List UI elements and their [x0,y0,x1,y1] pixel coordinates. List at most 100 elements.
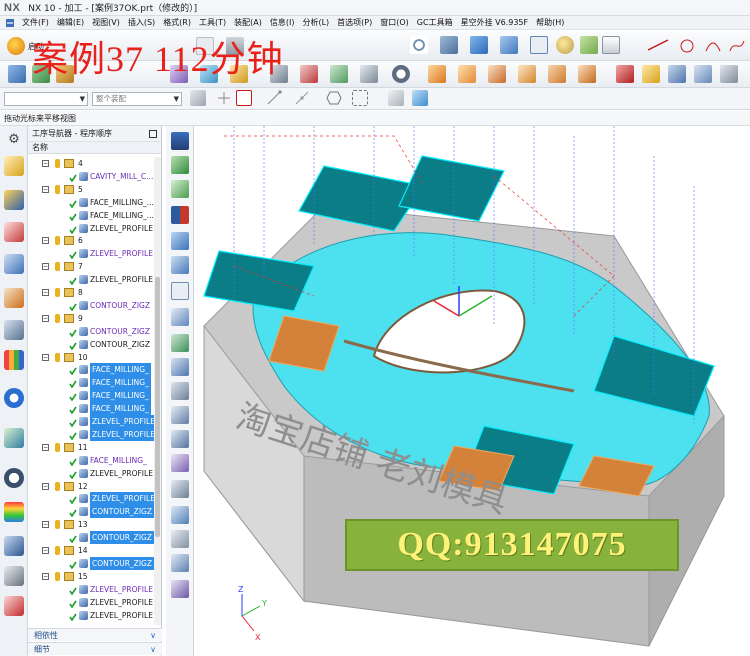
operation-row[interactable]: CAVITY_MILL_C... [28,170,154,183]
face-milling-icon[interactable] [171,256,189,274]
menu-info[interactable]: 信息(I) [266,17,299,28]
scrollbar-thumb[interactable] [155,277,160,537]
info-icon[interactable] [4,388,24,408]
rotate-icon[interactable] [440,36,458,54]
wireframe-icon[interactable] [530,36,548,54]
select-cube-icon[interactable] [190,90,206,106]
operation-row[interactable]: CONTOUR_ZIGZ [28,505,154,519]
program-group-row[interactable]: −8 [28,286,154,299]
cube-orange-icon[interactable] [428,65,446,83]
operation-row[interactable]: ZLEVEL_PROFILE [28,247,154,260]
menu-window[interactable]: 窗口(O) [376,17,413,28]
menu-assembly[interactable]: 装配(A) [230,17,266,28]
verify-path-icon[interactable] [300,65,318,83]
collapse-icon[interactable]: − [42,160,49,167]
offset-face-icon[interactable] [518,65,536,83]
operation-row[interactable]: CONTOUR_ZIGZ [28,556,154,570]
program-group-row[interactable]: − 11 [28,441,154,454]
postprocess-icon[interactable] [360,65,378,83]
shaded-view-icon[interactable] [470,36,488,54]
menu-gc-toolkit[interactable]: GC工具箱 [413,17,457,28]
clock-icon[interactable] [392,65,410,83]
operation-row[interactable]: FACE_MILLING_ [28,402,154,416]
regenerate-icon[interactable] [171,580,189,598]
cavity-mill-icon[interactable] [171,180,189,198]
part-model[interactable]: 淘宝店铺 老刘模具 Z Y X [194,126,750,656]
operation-row[interactable]: FACE_MILLING_ [28,363,154,377]
spline-icon[interactable] [728,37,746,55]
operation-row[interactable]: FACE_MILLING_ [28,389,154,403]
program-group-row[interactable]: −6 [28,234,154,247]
operation-row[interactable]: ZLEVEL_PROFILE [28,467,154,480]
operation-row[interactable]: ZLEVEL_PROFILE [28,415,154,428]
collapse-icon[interactable]: − [42,443,49,451]
operation-row[interactable]: ZLEVEL_PROFILE [28,583,154,596]
operation-row[interactable]: ZLEVEL_PROFILE [28,427,154,441]
menu-edit[interactable]: 编辑(E) [53,17,88,28]
menu-plugin[interactable]: 星空外挂 V6.935F [457,17,533,28]
program-group-row[interactable]: −9 [28,312,154,325]
feature-icon[interactable] [458,65,476,83]
collapse-icon[interactable]: − [42,263,49,271]
menu-view[interactable]: 视图(V) [88,17,124,28]
simulate-icon[interactable] [330,65,348,83]
gear-icon[interactable]: ⚙ [4,130,24,150]
operation-row[interactable]: CONTOUR_ZIGZ [28,325,154,338]
maximize-icon[interactable] [149,130,157,138]
planar-mill-icon[interactable] [171,156,189,174]
menu-format[interactable]: 格式(R) [159,17,195,28]
orient-view-icon[interactable] [412,90,428,106]
constraint-navigator-icon[interactable] [4,190,24,210]
operation-row[interactable]: FACE_MILLING_ [28,454,154,467]
program-group-row[interactable]: −4 [28,157,154,170]
menu-file[interactable]: 文件(F) [18,17,53,28]
program-group-row[interactable]: −5 [28,183,154,196]
start-icon[interactable] [7,37,25,55]
box-red-icon[interactable] [616,65,634,83]
array-icon[interactable] [720,65,738,83]
extrude-icon[interactable] [694,65,712,83]
menu-toggle-icon[interactable] [5,18,15,28]
operation-row[interactable]: CONTOUR_ZIGZ [28,338,154,351]
surface-mill-icon[interactable] [171,406,189,424]
verify-icon[interactable] [171,530,189,548]
pad-icon[interactable] [642,65,660,83]
replace-face-icon[interactable] [548,65,566,83]
snap-icon[interactable] [216,90,232,106]
streamline-icon[interactable] [171,358,189,376]
operation-row[interactable]: CONTOUR_ZIGZ [28,299,154,312]
tree-scrollbar[interactable] [154,157,161,625]
mill-contour-icon[interactable] [171,308,189,326]
operation-row[interactable]: ZLEVEL_PROFILE [28,609,154,622]
program-group-row[interactable]: − 12 [28,480,154,493]
delete-face-icon[interactable] [488,65,506,83]
assembly-navigator-icon[interactable] [4,156,24,176]
history-clock-icon[interactable] [4,468,24,488]
menu-help[interactable]: 帮助(H) [532,17,568,28]
menu-insert[interactable]: 插入(S) [124,17,159,28]
hexagon-icon[interactable] [326,90,342,106]
operation-row[interactable]: ZLEVEL_PROFILE [28,222,154,235]
zoom-icon[interactable] [410,36,428,54]
operation-row[interactable]: FACE_MILLING_ [28,376,154,390]
menu-preferences[interactable]: 首选项(P) [333,17,376,28]
operation-navigator-icon[interactable] [4,254,24,274]
collapse-icon[interactable]: − [42,353,49,361]
plunge-icon[interactable] [171,430,189,448]
reuse-library-icon[interactable] [4,320,24,340]
assembly-filter-combo[interactable]: 整个装配 ▼ [92,92,182,106]
thread-icon[interactable] [171,454,189,472]
graphics-window[interactable]: 淘宝店铺 老刘模具 Z Y X [194,126,750,656]
lighting-icon[interactable] [556,36,574,54]
transform-icon[interactable] [171,554,189,572]
background-icon[interactable] [602,36,620,54]
collapse-icon[interactable]: − [42,314,49,322]
collapse-icon[interactable]: − [42,521,49,529]
collapse-icon[interactable]: − [42,289,49,296]
arc-icon[interactable] [704,37,722,55]
program-group-row[interactable]: − 15 [28,570,154,583]
operation-row[interactable]: FACE_MILLING_... [28,209,154,222]
operation-row[interactable]: FACE_MILLING_... [28,196,154,209]
type-filter-combo[interactable]: ▼ [4,92,88,106]
operation-row[interactable]: ZLEVEL_PROFILE [28,273,154,286]
